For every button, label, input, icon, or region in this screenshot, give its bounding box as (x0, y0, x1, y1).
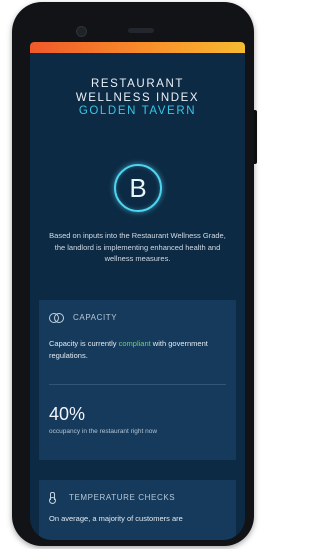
capacity-rings-icon (49, 312, 65, 323)
occupancy-value: 40% (49, 404, 86, 424)
app-screen: RESTAURANT WELLNESS INDEX GOLDEN TAVERN … (30, 42, 245, 540)
occupancy-caption: occupancy in the restaurant right now (49, 428, 158, 435)
front-camera-icon (76, 26, 87, 37)
thermometer-icon (49, 492, 56, 504)
compliant-status: compliant (118, 339, 151, 348)
temperature-text: On average, a majority of customers are (49, 514, 183, 523)
temperature-card: TEMPERATURE CHECKS On average, a majorit… (39, 480, 236, 540)
grade-badge: B (114, 164, 162, 212)
divider (49, 384, 226, 385)
capacity-label: CAPACITY (73, 312, 118, 322)
title-line-2: WELLNESS INDEX (75, 91, 200, 104)
earpiece-speaker (128, 28, 154, 33)
intro-text: Based on inputs into the Restaurant Well… (49, 231, 226, 263)
page-title: RESTAURANT WELLNESS INDEX GOLDEN TAVERN (30, 78, 245, 119)
title-line-1: RESTAURANT (90, 78, 185, 90)
temperature-header: TEMPERATURE CHECKS (49, 491, 176, 504)
accent-gradient-bar (30, 42, 245, 53)
capacity-card: CAPACITY Capacity is currently compliant… (39, 300, 236, 460)
capacity-header: CAPACITY (49, 311, 117, 323)
venue-name: GOLDEN TAVERN (78, 105, 197, 117)
capacity-status-prefix: Capacity is currently (49, 339, 119, 348)
grade-letter: B (129, 173, 147, 203)
phone-side-button (254, 110, 257, 164)
capacity-status-text: Capacity is currently compliant with gov… (49, 338, 227, 362)
temperature-label: TEMPERATURE CHECKS (69, 492, 176, 502)
